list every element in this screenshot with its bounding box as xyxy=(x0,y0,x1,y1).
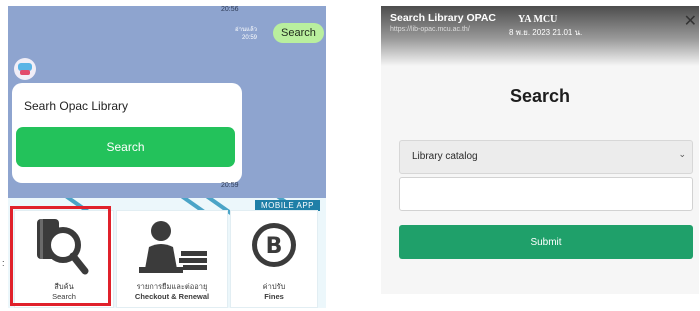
message-time: 20:59 xyxy=(221,182,239,189)
svg-text:B: B xyxy=(266,234,283,259)
sent-message-bubble: Search xyxy=(273,23,324,43)
bot-avatar xyxy=(14,58,36,80)
search-heading: Search xyxy=(509,86,571,106)
page-title: Search Library OPAC xyxy=(390,12,497,24)
read-receipt: อ่านแล้ว 20:59 xyxy=(235,26,257,42)
catalog-select-value: Library catalog xyxy=(412,151,478,162)
fines-label-th: ค่าปรับ xyxy=(262,282,286,291)
opac-search-panel: Search Library OPAC https://lib-opac.mcu… xyxy=(381,6,699,294)
submit-button[interactable]: Submit xyxy=(399,225,693,259)
catalog-select[interactable]: Library catalog ⌄ xyxy=(399,140,693,174)
chevron-down-icon: ⌄ xyxy=(678,149,686,159)
line-chat-area: 20:56 อ่านแล้ว 20:59 Search Searh Opac L… xyxy=(8,6,326,198)
page-indicator: : xyxy=(2,258,5,268)
watermark-brand: YA MCU xyxy=(518,14,558,25)
checkout-label-th: รายการยืมและต่ออายุ xyxy=(136,282,208,291)
card-search-button[interactable]: Search xyxy=(16,127,235,167)
baht-coin-icon: B xyxy=(252,223,296,267)
card-title: Searh Opac Library xyxy=(24,99,129,113)
checkout-label-en: Checkout & Renewal xyxy=(134,292,210,301)
fines-label-en: Fines xyxy=(264,292,284,301)
search-input[interactable] xyxy=(399,177,693,211)
flex-message-card: Searh Opac Library Search xyxy=(12,83,242,183)
message-time: 20:56 xyxy=(221,6,239,13)
page-url: https://lib-opac.mcu.ac.th/ xyxy=(390,26,470,33)
highlight-box xyxy=(10,206,111,306)
rich-menu-item-checkout-renewal[interactable]: รายการยืมและต่ออายุ Checkout & Renewal xyxy=(116,210,228,308)
read-time: 20:59 xyxy=(241,35,257,41)
watermark-date: 8 พ.ย. 2023 21.01 น. xyxy=(509,28,583,37)
rich-menu-item-fines[interactable]: B ค่าปรับ Fines xyxy=(230,210,318,308)
close-icon[interactable]: ✕ xyxy=(684,14,697,30)
browser-header: Search Library OPAC https://lib-opac.mcu… xyxy=(381,6,699,66)
read-label: อ่านแล้ว xyxy=(235,27,257,33)
person-books-icon xyxy=(139,221,207,273)
